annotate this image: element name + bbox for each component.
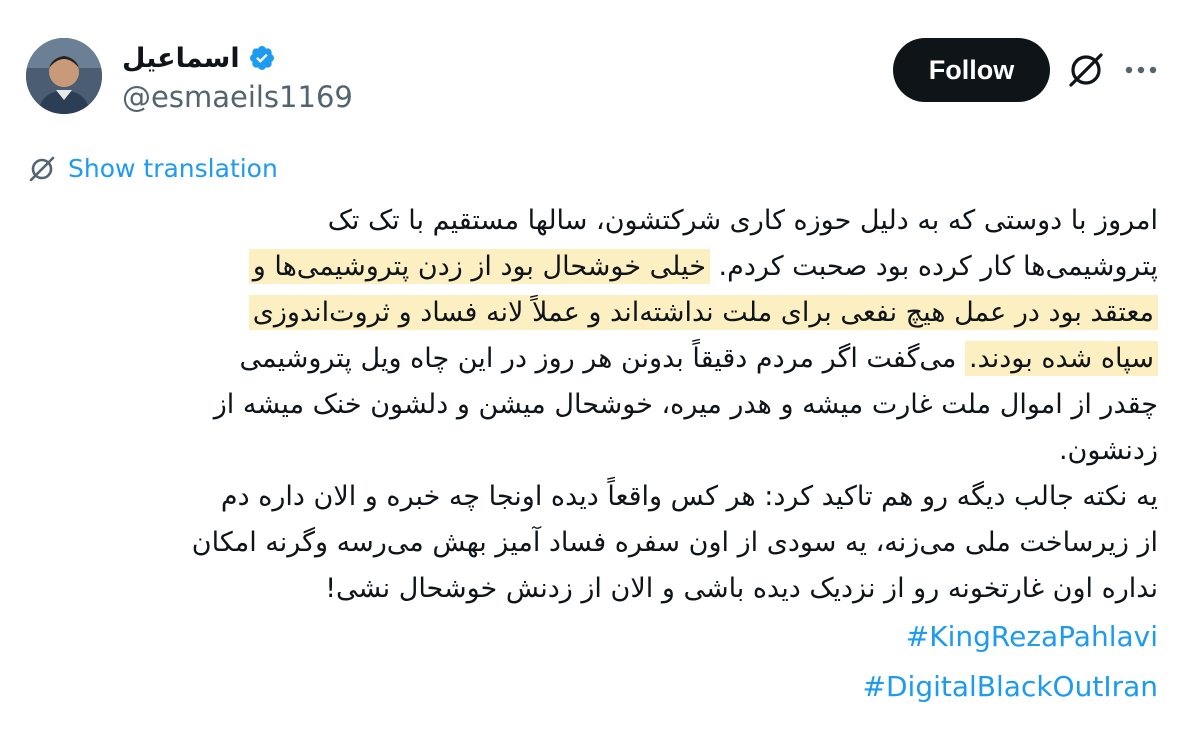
- tweet-line: نداره اون غارتخونه رو از نزدیک دیده باشی…: [28, 566, 1158, 612]
- tweet-line: زدنشون.: [28, 428, 1158, 474]
- tweet-line: امروز با دوستی که به دلیل حوزه کاری شرکت…: [28, 198, 1158, 244]
- text-segment: امروز با دوستی که به دلیل حوزه کاری شرکت…: [327, 205, 1158, 236]
- highlighted-text: سپاه شده بودند.: [964, 341, 1158, 376]
- show-translation-label[interactable]: Show translation: [68, 154, 278, 183]
- author-display-name[interactable]: اسماعیل: [122, 43, 240, 74]
- tweet-text: امروز با دوستی که به دلیل حوزه کاری شرکت…: [28, 198, 1158, 712]
- text-segment: چقدر از اموال ملت غارت میشه و هدر میره، …: [213, 389, 1158, 420]
- verified-badge-icon: [249, 46, 274, 70]
- tweet-line: یه نکته جالب دیگه رو هم تاکید کرد: هر کس…: [28, 474, 1158, 520]
- more-icon[interactable]: [1123, 58, 1159, 82]
- translate-icon: [29, 156, 55, 181]
- author-name-row: اسماعیل: [122, 40, 276, 76]
- text-segment: زدنشون.: [1058, 435, 1158, 466]
- text-segment: از زیرساخت ملی می‌زنه، یه سودی از اون سف…: [191, 527, 1158, 558]
- tweet-line: از زیرساخت ملی می‌زنه، یه سودی از اون سف…: [28, 520, 1158, 566]
- tweet-line: چقدر از اموال ملت غارت میشه و هدر میره، …: [28, 382, 1158, 428]
- text-segment: یه نکته جالب دیگه رو هم تاکید کرد: هر کس…: [220, 481, 1158, 512]
- highlighted-text: خیلی خوشحال بود از زدن پتروشیمی‌ها و: [248, 249, 710, 284]
- tweet-line: سپاه شده بودند. می‌گفت اگر مردم دقیقاً ب…: [28, 336, 1158, 382]
- hashtag-link[interactable]: #DigitalBlackOutIran: [28, 662, 1158, 712]
- hashtag-link[interactable]: #KingRezaPahlavi: [28, 612, 1158, 662]
- grok-icon[interactable]: [1066, 50, 1106, 90]
- show-translation[interactable]: Show translation: [28, 154, 278, 183]
- author-handle[interactable]: @esmaeils1169: [122, 80, 353, 114]
- text-segment: می‌گفت اگر مردم دقیقاً بدونن هر روز در ا…: [239, 343, 965, 374]
- tweet-line: پتروشیمی‌ها کار کرده بود صحبت کردم. خیلی…: [28, 244, 1158, 290]
- text-segment: نداره اون غارتخونه رو از نزدیک دیده باشی…: [325, 573, 1158, 604]
- tweet-line: معتقد بود در عمل هیچ نفعی برای ملت نداشت…: [28, 290, 1158, 336]
- text-segment: پتروشیمی‌ها کار کرده بود صحبت کردم.: [709, 251, 1158, 282]
- tweet-card: اسماعیل @esmaeils1169 Follow Show transl…: [0, 0, 1200, 749]
- follow-button[interactable]: Follow: [893, 38, 1050, 102]
- highlighted-text: معتقد بود در عمل هیچ نفعی برای ملت نداشت…: [248, 295, 1158, 330]
- avatar[interactable]: [26, 38, 102, 114]
